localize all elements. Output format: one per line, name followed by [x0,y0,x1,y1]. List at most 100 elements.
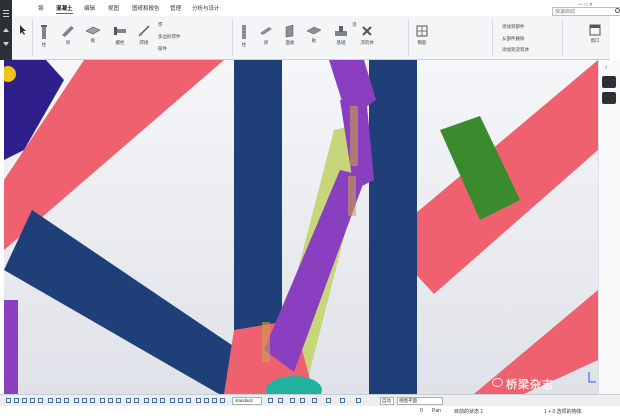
bolt-group-lower [262,322,270,362]
ribbon-panel[interactable]: 面板 [282,24,298,52]
wechat-icon [492,378,503,387]
ribbon-bolt[interactable]: 螺栓 [112,24,128,52]
snap-icon[interactable] [152,398,157,403]
snap-icon[interactable] [22,398,27,403]
ribbon-concrete-beam[interactable]: 梁 [258,24,274,52]
settings-icon[interactable] [312,398,317,403]
snap-icon[interactable] [100,398,105,403]
snap-icon[interactable] [134,398,139,403]
snap-icon[interactable] [160,398,165,403]
ribbon-label: 焊接 [139,40,149,45]
snap-icon[interactable] [170,398,175,403]
settings-select[interactable]: standard [232,397,262,405]
snap-icon[interactable] [116,398,121,403]
slab-icon [85,26,101,35]
column-icon [41,25,47,39]
remove-from-assembly-item[interactable]: 从部件删除 [502,36,525,42]
polygon-weld-item[interactable]: 多边形焊件 [158,34,181,40]
separator [492,20,493,56]
snap-icon[interactable] [6,398,11,403]
ribbon-label: 钢筋 [417,40,427,45]
status-selection: 1 + 0 选项的物体 [544,409,582,415]
plane-select[interactable]: 视图平面 [397,397,443,405]
snap-icon[interactable] [126,398,131,403]
ribbon-label: 柱 [241,42,247,47]
ribbon-steel-column[interactable]: 柱 [36,24,52,52]
weld-small-item[interactable]: 焊 [158,22,163,28]
snap-icon[interactable] [220,398,225,403]
snap-icon[interactable] [178,398,183,403]
snap-icon[interactable] [186,398,191,403]
status-coord: 0 [420,408,423,414]
status-bar: 0 Pan 目前的状态 1 1 + 0 选项的物体 [0,406,620,418]
cast-unit-item[interactable]: 添加到浇筑体 [502,47,529,53]
ribbon-steel-plate[interactable]: 板 [84,24,102,52]
settings-icon[interactable] [356,398,361,403]
separator [408,20,409,56]
settings-icon[interactable] [340,398,345,403]
separator [562,20,563,56]
snap-depth-select[interactable]: 自动 [380,397,394,405]
snap-icon[interactable] [90,398,95,403]
menu-bar: 文件 钢 混凝土 编辑 视图 图纸和报告 管理 分析与设计 — □ ✕ [12,0,620,16]
settings-icon[interactable] [268,398,273,403]
expand-arrow-icon[interactable]: › [605,64,607,71]
snap-icon[interactable] [196,398,201,403]
catalog-button[interactable] [602,92,616,104]
snap-icon[interactable] [38,398,43,403]
ribbon-window[interactable]: 窗口 [586,24,604,52]
status-state: 目前的状态 1 [454,409,484,415]
snap-icon[interactable] [56,398,61,403]
snap-icon[interactable] [14,398,19,403]
settings-icon[interactable] [290,398,295,403]
bolt-group-middle [348,176,356,216]
search-icon[interactable] [615,8,620,13]
tab-drawings-reports[interactable]: 图纸和报告 [132,4,160,14]
settings-icon[interactable] [326,398,331,403]
tab-steel[interactable]: 钢 [38,4,44,14]
snap-icon[interactable] [82,398,87,403]
tab-analysis-design[interactable]: 分析与设计 [192,4,220,14]
cursor-icon [20,25,26,35]
ribbon-pour[interactable]: 浇筑体 [356,24,378,52]
menu-icon[interactable] [3,10,9,11]
ribbon-label: 梁 [263,40,269,45]
tab-edit[interactable]: 编辑 [84,4,95,14]
ribbon-concrete-slab[interactable]: 板 [306,24,322,52]
snap-icon[interactable] [144,398,149,403]
ribbon-label: 柱 [41,42,47,47]
parts-item[interactable]: 部件 [158,46,167,52]
rebar-icon [416,25,428,37]
snap-icon[interactable] [204,398,209,403]
snap-icon[interactable] [64,398,69,403]
add-to-assembly-item[interactable]: 添加到部件 [502,24,525,30]
settings-icon[interactable] [300,398,305,403]
ribbon-label: 浇筑体 [360,40,374,45]
properties-button[interactable] [602,76,616,88]
ribbon-footing[interactable]: 基础 [332,24,350,52]
quick-launch-input[interactable] [552,7,620,16]
settings-icon[interactable] [278,398,283,403]
tab-concrete[interactable]: 混凝土 [56,4,73,14]
ribbon-label: 板 [90,38,96,43]
ribbon-steel-beam[interactable]: 梁 [60,24,76,52]
collapse-up-icon[interactable] [3,28,9,32]
ribbon-label: 板 [311,38,317,43]
tab-view[interactable]: 视图 [108,4,119,14]
watermark: 桥梁杂志 [506,379,554,391]
snap-icon[interactable] [74,398,79,403]
snap-icon[interactable] [108,398,113,403]
snap-icon[interactable] [30,398,35,403]
ribbon-rebar[interactable]: 钢筋 [412,24,432,52]
menu-icon-line [3,16,9,17]
model-viewport[interactable] [4,60,598,394]
select-button[interactable] [18,24,28,52]
tab-manage[interactable]: 管理 [170,4,181,14]
ribbon-weld[interactable]: 焊接 [136,24,152,52]
slab-icon [306,26,322,35]
snap-icon[interactable] [212,398,217,403]
snap-icon[interactable] [48,398,53,403]
side-panel: › [598,60,620,394]
ribbon-concrete-column[interactable]: 柱 [236,24,252,52]
collapse-down-icon[interactable] [3,42,9,46]
